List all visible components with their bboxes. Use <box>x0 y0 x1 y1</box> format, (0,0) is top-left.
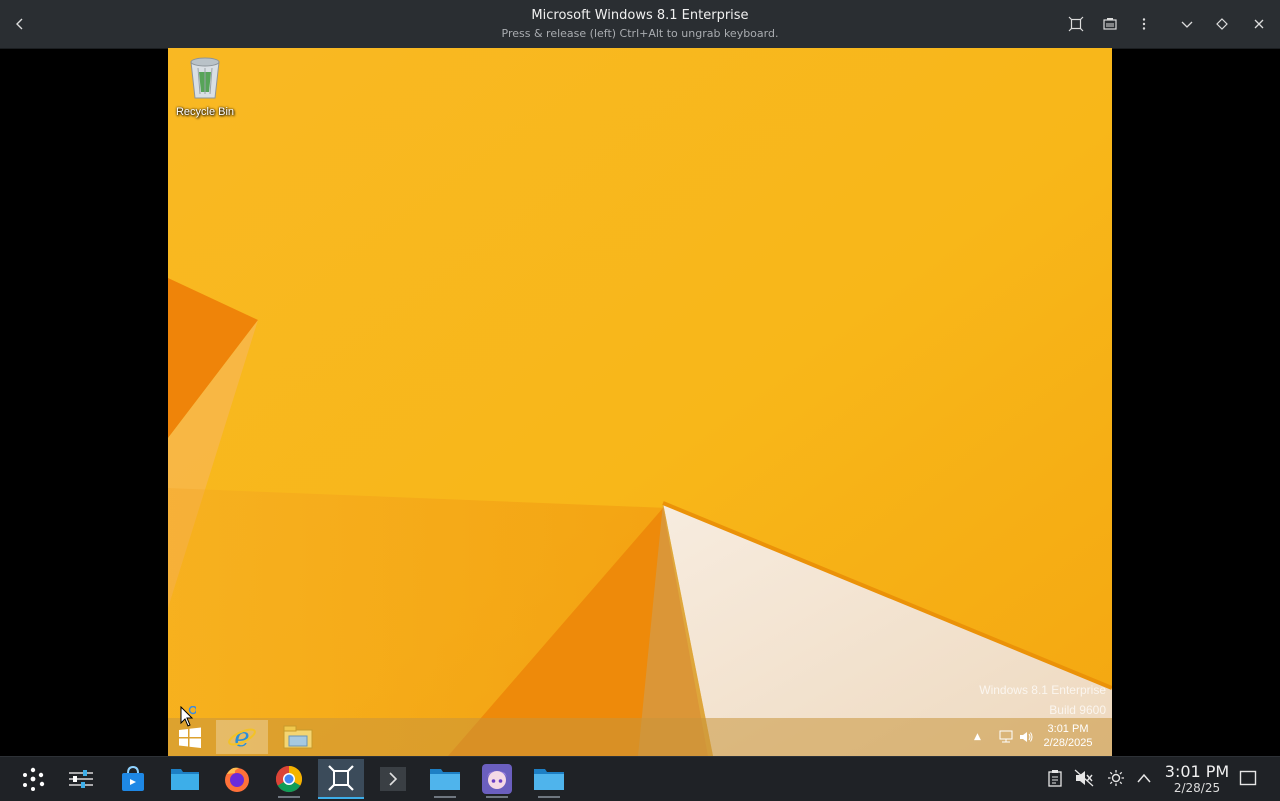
guest-time: 3:01 PM <box>1047 723 1089 735</box>
file-manager-icon <box>171 769 199 790</box>
chevron-down-icon <box>1181 21 1193 28</box>
host-clipboard[interactable] <box>1044 767 1066 789</box>
host-show-desktop[interactable] <box>1237 767 1259 789</box>
watermark-edition: Windows 8.1 Enterprise <box>979 683 1106 697</box>
camera-icon <box>1103 18 1117 30</box>
host-file-manager-3[interactable] <box>526 759 572 799</box>
guest-show-hidden-icons[interactable]: ▲ <box>974 732 990 746</box>
host-volume[interactable] <box>1073 767 1095 789</box>
application-launcher-icon <box>23 767 45 791</box>
firefox-icon <box>225 767 249 792</box>
chrome-icon <box>275 765 303 793</box>
network-icon <box>999 730 1013 743</box>
host-discover[interactable] <box>110 759 156 799</box>
recycle-bin[interactable]: Recycle Bin <box>174 56 236 118</box>
menu-button[interactable] <box>1130 10 1158 38</box>
chevron-up-icon <box>1137 773 1151 783</box>
show-desktop-icon <box>1239 770 1257 786</box>
guest-date: 2/28/2025 <box>1043 737 1093 749</box>
host-anime-app[interactable] <box>474 759 520 799</box>
host-virt-manager[interactable] <box>318 759 364 799</box>
file-explorer-icon <box>283 725 313 749</box>
host-file-manager[interactable] <box>162 759 208 799</box>
internet-explorer-icon: e <box>228 723 256 752</box>
screenshot-button[interactable] <box>1096 10 1124 38</box>
vm-display[interactable]: Recycle Bin Windows 8.1 Enterprise Build… <box>168 48 1112 756</box>
host-time: 3:01 PM <box>1164 762 1230 781</box>
anime-app-icon <box>482 764 512 794</box>
fullscreen-button[interactable] <box>1062 10 1090 38</box>
guest-taskbar: e ▲ 3:01 PM 2/28/2025 <box>168 718 1112 756</box>
windows-watermark: Windows 8.1 Enterprise Build 9600 <box>979 680 1106 720</box>
host-taskbar: 3:01 PM 2/28/25 <box>0 756 1280 801</box>
guest-clock[interactable]: 3:01 PM 2/28/2025 <box>1038 722 1098 750</box>
svg-text:e: e <box>234 723 249 752</box>
host-chrome[interactable] <box>266 759 312 799</box>
recycle-bin-label: Recycle Bin <box>175 106 235 118</box>
virt-manager-icon <box>328 765 354 791</box>
guest-start-button[interactable] <box>176 724 204 752</box>
guest-ie-button[interactable]: e <box>216 720 268 754</box>
desktop-wallpaper <box>168 48 1112 756</box>
close-button[interactable] <box>1245 10 1273 38</box>
host-settings[interactable] <box>58 759 104 799</box>
file-manager-icon <box>534 769 564 790</box>
host-app-launcher[interactable] <box>10 759 56 799</box>
maximize-button[interactable] <box>1208 10 1236 38</box>
diamond-icon <box>1216 18 1228 30</box>
discover-store-icon <box>122 765 144 791</box>
host-date: 2/28/25 <box>1173 781 1221 795</box>
minimize-button[interactable] <box>1173 10 1201 38</box>
host-tray-expand[interactable] <box>1133 767 1155 789</box>
watermark-build: Build 9600 <box>1049 703 1106 717</box>
settings-icon <box>69 770 93 788</box>
guest-network-icon[interactable] <box>998 730 1014 744</box>
mouse-cursor-icon <box>180 706 196 727</box>
host-brightness[interactable] <box>1105 767 1127 789</box>
windows-start-icon <box>179 727 201 748</box>
host-terminal[interactable] <box>370 759 416 799</box>
terminal-icon <box>380 767 406 791</box>
host-file-manager-2[interactable] <box>422 759 468 799</box>
fullscreen-icon <box>1068 16 1084 32</box>
guest-volume-icon[interactable] <box>1018 730 1034 744</box>
clipboard-icon <box>1048 770 1062 787</box>
host-firefox[interactable] <box>214 759 260 799</box>
guest-explorer-button[interactable] <box>272 720 324 754</box>
viewer-titlebar: Microsoft Windows 8.1 Enterprise Press &… <box>0 0 1280 49</box>
close-icon <box>1254 19 1264 29</box>
brightness-icon <box>1108 770 1124 786</box>
kebab-menu-icon <box>1142 18 1146 30</box>
recycle-bin-icon <box>190 57 220 99</box>
speaker-muted-icon <box>1074 769 1094 787</box>
host-clock[interactable]: 3:01 PM 2/28/25 <box>1162 762 1232 796</box>
file-manager-icon <box>430 769 460 790</box>
speaker-icon <box>1020 732 1033 742</box>
